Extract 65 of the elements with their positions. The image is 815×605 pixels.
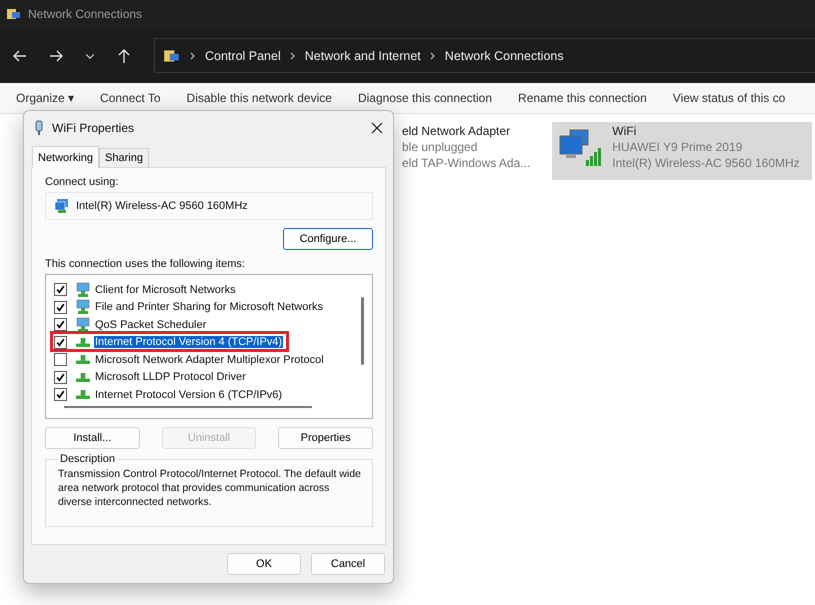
checkbox[interactable]: [54, 353, 67, 366]
network-computer-icon: [75, 316, 91, 333]
adapter-item[interactable]: WiFi HUAWEI Y9 Prime 2019 Intel(R) Wireless-AC 9560 160MHz: [552, 122, 812, 180]
checkbox[interactable]: [54, 283, 67, 296]
checkbox[interactable]: [54, 370, 67, 384]
dialog-tab[interactable]: Networking: [32, 146, 100, 168]
configure-button[interactable]: Configure...: [283, 228, 373, 250]
item-action-button[interactable]: Properties: [278, 427, 374, 449]
address-bar[interactable]: Control Panel Network and Internet Network Connections: [154, 38, 815, 73]
network-adapter-icon: [54, 198, 70, 214]
description-title: Description: [59, 453, 116, 465]
adapter-item[interactable]: eld Network Adapter ble unplugged eld TAP-Windows Ada...: [398, 122, 540, 180]
close-icon[interactable]: [371, 122, 383, 134]
connect-using-label: Connect using:: [45, 176, 120, 188]
list-item[interactable]: File and Printer Sharing for Microsoft Networks: [94, 301, 324, 314]
chevron-right-icon: [189, 52, 197, 60]
back-icon[interactable]: [12, 48, 28, 64]
adapter-device: Intel(R) Wireless-AC 9560 160MHz: [612, 156, 800, 170]
list-item[interactable]: Microsoft Network Adapter Multiplexor Protocol: [94, 354, 325, 366]
dialog-tab[interactable]: Sharing: [99, 148, 149, 167]
adapter-name: eld Network Adapter: [402, 124, 512, 138]
list-item[interactable]: QoS Packet Scheduler: [94, 318, 208, 331]
toolbar-command[interactable]: Disable this network device: [186, 91, 332, 105]
network-protocol-icon: [76, 390, 90, 400]
breadcrumb-item[interactable]: Network and Internet: [304, 48, 421, 62]
description-text: Transmission Control Protocol/Internet Protocol. The default wide area network protocol that provides communication across diverse interconnected networks.: [58, 467, 362, 509]
breadcrumb-item[interactable]: Control Panel: [205, 48, 281, 62]
adapter-device: eld TAP-Windows Ada...: [402, 156, 530, 170]
network-protocol-icon: [76, 355, 90, 364]
dialog-button[interactable]: OK: [227, 553, 301, 575]
checkbox[interactable]: [54, 336, 67, 349]
list-item[interactable]: Client for Microsoft Networks: [94, 284, 237, 296]
list-item[interactable]: Internet Protocol Version 6 (TCP/IPv6): [94, 388, 284, 401]
chevron-right-icon: [428, 52, 437, 60]
network-folder-icon: [6, 6, 22, 22]
adapter-status: HUAWEI Y9 Prime 2019: [612, 140, 744, 154]
network-protocol-icon: [76, 338, 90, 347]
forward-icon[interactable]: [48, 48, 64, 64]
breadcrumb-item[interactable]: Network Connections: [444, 48, 564, 62]
dialog-button[interactable]: Cancel: [311, 553, 385, 575]
chevron-right-icon: [288, 52, 297, 60]
dialog-title: WiFi Properties: [52, 121, 136, 135]
toolbar-command[interactable]: Organize ▾: [16, 91, 74, 105]
item-action-button[interactable]: Install...: [45, 427, 140, 449]
network-protocol-icon: [76, 372, 90, 382]
adapter-name: Intel(R) Wireless-AC 9560 160MHz: [76, 200, 248, 212]
items-label: This connection uses the following items:: [45, 258, 246, 270]
list-item[interactable]: Internet Protocol Version 4 (TCP/IPv4): [94, 336, 284, 348]
adapter-icon: [34, 120, 44, 136]
checkbox[interactable]: [54, 300, 67, 314]
adapter-name: WiFi: [612, 124, 638, 138]
horizontal-scrollbar[interactable]: [64, 406, 312, 408]
list-item[interactable]: Microsoft LLDP Protocol Driver: [94, 371, 247, 384]
network-computer-icon: [75, 299, 91, 316]
toolbar-command[interactable]: Diagnose this connection: [358, 91, 492, 105]
toolbar-command[interactable]: Rename this connection: [518, 91, 647, 105]
toolbar-command[interactable]: Connect To: [100, 91, 161, 105]
adapter-status: ble unplugged: [402, 140, 478, 154]
up-icon[interactable]: [116, 48, 132, 64]
checkbox[interactable]: [54, 388, 67, 402]
network-computer-icon: [75, 282, 91, 298]
checkbox[interactable]: [54, 318, 67, 332]
vertical-scrollbar[interactable]: [361, 297, 364, 365]
toolbar-command[interactable]: View status of this co: [672, 91, 786, 105]
window-title: Network Connections: [28, 7, 142, 21]
